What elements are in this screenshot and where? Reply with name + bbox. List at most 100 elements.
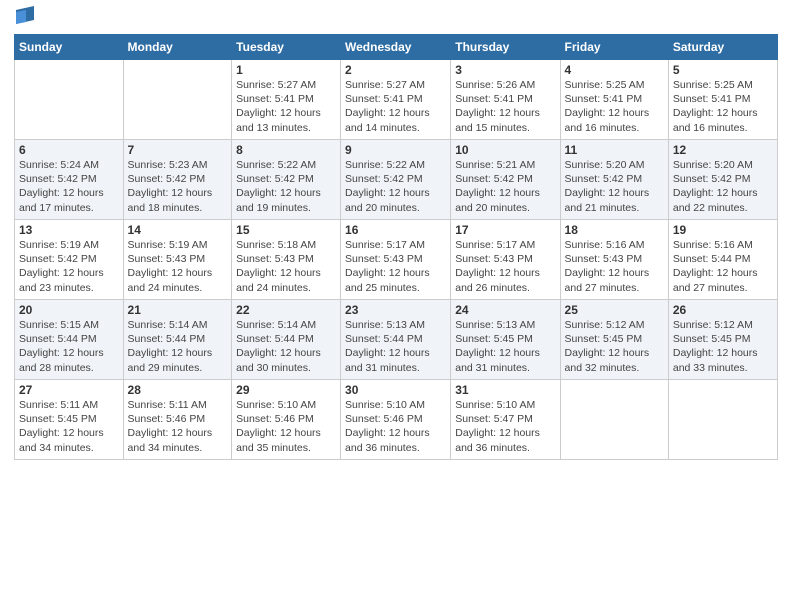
day-number: 22 <box>236 303 336 317</box>
day-number: 5 <box>673 63 773 77</box>
calendar-body: 1Sunrise: 5:27 AM Sunset: 5:41 PM Daylig… <box>15 60 778 460</box>
day-number: 18 <box>565 223 664 237</box>
day-info: Sunrise: 5:21 AM Sunset: 5:42 PM Dayligh… <box>455 158 555 215</box>
calendar-cell: 14Sunrise: 5:19 AM Sunset: 5:43 PM Dayli… <box>123 220 232 300</box>
calendar-cell: 22Sunrise: 5:14 AM Sunset: 5:44 PM Dayli… <box>232 300 341 380</box>
calendar-cell: 6Sunrise: 5:24 AM Sunset: 5:42 PM Daylig… <box>15 140 124 220</box>
weekday-header-cell: Thursday <box>451 35 560 60</box>
day-number: 29 <box>236 383 336 397</box>
calendar-cell: 25Sunrise: 5:12 AM Sunset: 5:45 PM Dayli… <box>560 300 668 380</box>
day-number: 27 <box>19 383 119 397</box>
day-info: Sunrise: 5:11 AM Sunset: 5:45 PM Dayligh… <box>19 398 119 455</box>
day-number: 8 <box>236 143 336 157</box>
day-number: 23 <box>345 303 446 317</box>
weekday-header-cell: Saturday <box>668 35 777 60</box>
calendar-week-row: 6Sunrise: 5:24 AM Sunset: 5:42 PM Daylig… <box>15 140 778 220</box>
day-info: Sunrise: 5:13 AM Sunset: 5:44 PM Dayligh… <box>345 318 446 375</box>
calendar-cell: 3Sunrise: 5:26 AM Sunset: 5:41 PM Daylig… <box>451 60 560 140</box>
calendar-week-row: 27Sunrise: 5:11 AM Sunset: 5:45 PM Dayli… <box>15 380 778 460</box>
page-header <box>14 10 778 28</box>
calendar-cell: 4Sunrise: 5:25 AM Sunset: 5:41 PM Daylig… <box>560 60 668 140</box>
day-number: 28 <box>128 383 228 397</box>
weekday-header-cell: Friday <box>560 35 668 60</box>
calendar-week-row: 13Sunrise: 5:19 AM Sunset: 5:42 PM Dayli… <box>15 220 778 300</box>
calendar-cell: 9Sunrise: 5:22 AM Sunset: 5:42 PM Daylig… <box>341 140 451 220</box>
calendar-cell: 8Sunrise: 5:22 AM Sunset: 5:42 PM Daylig… <box>232 140 341 220</box>
day-number: 11 <box>565 143 664 157</box>
calendar-cell: 12Sunrise: 5:20 AM Sunset: 5:42 PM Dayli… <box>668 140 777 220</box>
calendar-cell <box>15 60 124 140</box>
calendar-cell: 29Sunrise: 5:10 AM Sunset: 5:46 PM Dayli… <box>232 380 341 460</box>
day-info: Sunrise: 5:10 AM Sunset: 5:46 PM Dayligh… <box>236 398 336 455</box>
day-info: Sunrise: 5:23 AM Sunset: 5:42 PM Dayligh… <box>128 158 228 215</box>
calendar-cell: 11Sunrise: 5:20 AM Sunset: 5:42 PM Dayli… <box>560 140 668 220</box>
day-number: 3 <box>455 63 555 77</box>
calendar-cell: 26Sunrise: 5:12 AM Sunset: 5:45 PM Dayli… <box>668 300 777 380</box>
day-number: 19 <box>673 223 773 237</box>
calendar-cell: 10Sunrise: 5:21 AM Sunset: 5:42 PM Dayli… <box>451 140 560 220</box>
logo <box>14 10 34 28</box>
calendar-cell: 16Sunrise: 5:17 AM Sunset: 5:43 PM Dayli… <box>341 220 451 300</box>
day-info: Sunrise: 5:12 AM Sunset: 5:45 PM Dayligh… <box>673 318 773 375</box>
calendar-cell: 17Sunrise: 5:17 AM Sunset: 5:43 PM Dayli… <box>451 220 560 300</box>
day-number: 1 <box>236 63 336 77</box>
day-info: Sunrise: 5:20 AM Sunset: 5:42 PM Dayligh… <box>565 158 664 215</box>
calendar-cell: 19Sunrise: 5:16 AM Sunset: 5:44 PM Dayli… <box>668 220 777 300</box>
calendar-cell: 27Sunrise: 5:11 AM Sunset: 5:45 PM Dayli… <box>15 380 124 460</box>
day-number: 12 <box>673 143 773 157</box>
day-number: 20 <box>19 303 119 317</box>
weekday-header-cell: Wednesday <box>341 35 451 60</box>
calendar-cell: 1Sunrise: 5:27 AM Sunset: 5:41 PM Daylig… <box>232 60 341 140</box>
day-number: 7 <box>128 143 228 157</box>
calendar-week-row: 20Sunrise: 5:15 AM Sunset: 5:44 PM Dayli… <box>15 300 778 380</box>
logo-icon <box>16 6 34 28</box>
calendar-cell: 21Sunrise: 5:14 AM Sunset: 5:44 PM Dayli… <box>123 300 232 380</box>
calendar-cell: 23Sunrise: 5:13 AM Sunset: 5:44 PM Dayli… <box>341 300 451 380</box>
day-info: Sunrise: 5:25 AM Sunset: 5:41 PM Dayligh… <box>565 78 664 135</box>
day-number: 30 <box>345 383 446 397</box>
day-info: Sunrise: 5:24 AM Sunset: 5:42 PM Dayligh… <box>19 158 119 215</box>
weekday-header-cell: Monday <box>123 35 232 60</box>
day-number: 21 <box>128 303 228 317</box>
day-info: Sunrise: 5:16 AM Sunset: 5:44 PM Dayligh… <box>673 238 773 295</box>
calendar-cell: 30Sunrise: 5:10 AM Sunset: 5:46 PM Dayli… <box>341 380 451 460</box>
day-info: Sunrise: 5:22 AM Sunset: 5:42 PM Dayligh… <box>345 158 446 215</box>
day-info: Sunrise: 5:11 AM Sunset: 5:46 PM Dayligh… <box>128 398 228 455</box>
day-number: 24 <box>455 303 555 317</box>
day-info: Sunrise: 5:25 AM Sunset: 5:41 PM Dayligh… <box>673 78 773 135</box>
day-info: Sunrise: 5:10 AM Sunset: 5:46 PM Dayligh… <box>345 398 446 455</box>
day-info: Sunrise: 5:19 AM Sunset: 5:43 PM Dayligh… <box>128 238 228 295</box>
day-number: 25 <box>565 303 664 317</box>
calendar-cell <box>560 380 668 460</box>
day-info: Sunrise: 5:22 AM Sunset: 5:42 PM Dayligh… <box>236 158 336 215</box>
calendar-cell: 31Sunrise: 5:10 AM Sunset: 5:47 PM Dayli… <box>451 380 560 460</box>
calendar-cell: 20Sunrise: 5:15 AM Sunset: 5:44 PM Dayli… <box>15 300 124 380</box>
day-info: Sunrise: 5:17 AM Sunset: 5:43 PM Dayligh… <box>455 238 555 295</box>
day-info: Sunrise: 5:27 AM Sunset: 5:41 PM Dayligh… <box>345 78 446 135</box>
day-number: 16 <box>345 223 446 237</box>
day-info: Sunrise: 5:12 AM Sunset: 5:45 PM Dayligh… <box>565 318 664 375</box>
day-number: 15 <box>236 223 336 237</box>
weekday-header-row: SundayMondayTuesdayWednesdayThursdayFrid… <box>15 35 778 60</box>
calendar-cell: 24Sunrise: 5:13 AM Sunset: 5:45 PM Dayli… <box>451 300 560 380</box>
day-number: 31 <box>455 383 555 397</box>
calendar-cell: 13Sunrise: 5:19 AM Sunset: 5:42 PM Dayli… <box>15 220 124 300</box>
day-number: 4 <box>565 63 664 77</box>
weekday-header-cell: Sunday <box>15 35 124 60</box>
calendar-cell <box>668 380 777 460</box>
day-number: 6 <box>19 143 119 157</box>
day-info: Sunrise: 5:19 AM Sunset: 5:42 PM Dayligh… <box>19 238 119 295</box>
day-info: Sunrise: 5:13 AM Sunset: 5:45 PM Dayligh… <box>455 318 555 375</box>
day-number: 9 <box>345 143 446 157</box>
day-info: Sunrise: 5:18 AM Sunset: 5:43 PM Dayligh… <box>236 238 336 295</box>
calendar-table: SundayMondayTuesdayWednesdayThursdayFrid… <box>14 34 778 460</box>
day-info: Sunrise: 5:15 AM Sunset: 5:44 PM Dayligh… <box>19 318 119 375</box>
calendar-cell: 28Sunrise: 5:11 AM Sunset: 5:46 PM Dayli… <box>123 380 232 460</box>
day-info: Sunrise: 5:17 AM Sunset: 5:43 PM Dayligh… <box>345 238 446 295</box>
calendar-cell: 7Sunrise: 5:23 AM Sunset: 5:42 PM Daylig… <box>123 140 232 220</box>
day-number: 10 <box>455 143 555 157</box>
day-info: Sunrise: 5:14 AM Sunset: 5:44 PM Dayligh… <box>128 318 228 375</box>
day-info: Sunrise: 5:27 AM Sunset: 5:41 PM Dayligh… <box>236 78 336 135</box>
day-info: Sunrise: 5:14 AM Sunset: 5:44 PM Dayligh… <box>236 318 336 375</box>
calendar-cell: 2Sunrise: 5:27 AM Sunset: 5:41 PM Daylig… <box>341 60 451 140</box>
